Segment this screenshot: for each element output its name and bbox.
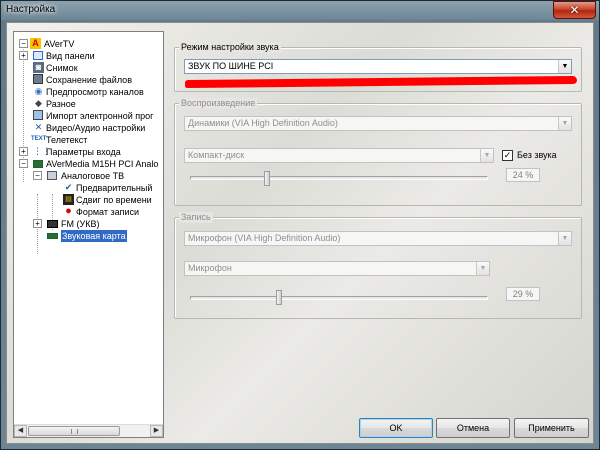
expand-toggle[interactable]: + xyxy=(19,51,28,60)
tree-item-label: Предварительный xyxy=(76,183,153,193)
tree-item-label: Звуковая карта xyxy=(61,230,127,242)
window-title: Настройка xyxy=(6,4,56,15)
teletext-icon: TEXT xyxy=(31,136,47,142)
cancel-button[interactable]: Отмена xyxy=(436,418,510,438)
tree-item-label: Параметры входа xyxy=(46,147,121,157)
collapse-toggle[interactable]: − xyxy=(33,171,42,180)
chevron-down-icon[interactable]: ▼ xyxy=(558,60,571,73)
scroll-left-icon[interactable]: ◀ xyxy=(14,425,27,437)
record-level-track xyxy=(190,296,488,300)
record-red-icon: ● xyxy=(65,205,72,217)
tree-item-label: Вид панели xyxy=(46,51,95,61)
settings-tree[interactable]: − A AVerTV + Вид панели ◙ Снимок Сохране… xyxy=(13,31,164,438)
eye-preview-icon: ◉ xyxy=(34,86,43,96)
save-files-icon xyxy=(33,74,43,84)
record-level-value: 29 % xyxy=(506,287,540,301)
tools-icon: ✕ xyxy=(34,122,43,132)
tree-item-label: Сохранение файлов xyxy=(46,75,132,85)
tree-item-label: Телетекст xyxy=(46,135,88,145)
tree-item-label: Сдвиг по времени xyxy=(76,195,152,205)
record-source-select[interactable]: Микрофон ▼ xyxy=(184,261,490,276)
tree-item-label: Разное xyxy=(46,99,76,109)
tree-item-label: FM (УКВ) xyxy=(61,219,100,229)
playback-volume-value: 24 % xyxy=(506,168,540,182)
preview-check-icon: ✔ xyxy=(64,182,73,192)
scrollbar-thumb[interactable] xyxy=(28,426,120,436)
tv-monitor-icon xyxy=(47,171,57,180)
mute-label: Без звука xyxy=(517,150,557,160)
record-level-slider[interactable] xyxy=(276,290,283,305)
playback-device-value: Динамики (VIA High Definition Audio) xyxy=(188,118,338,128)
expand-toggle[interactable]: + xyxy=(19,147,28,156)
audio-mode-group-label: Режим настройки звука xyxy=(179,42,281,53)
record-group-label: Запись xyxy=(179,212,213,223)
tree-item-label: Импорт электронной прог xyxy=(46,111,154,121)
epg-import-icon xyxy=(33,110,43,120)
tree-item-label: Предпросмотр каналов xyxy=(46,87,144,97)
mute-checkbox[interactable]: ✓ xyxy=(502,150,513,161)
record-source-value: Микрофон xyxy=(188,263,232,273)
playback-group-label: Воспроизведение xyxy=(179,98,258,109)
tuner-card-icon xyxy=(33,160,43,168)
grip-icon xyxy=(71,429,78,434)
tree-item-label: AVerTV xyxy=(44,39,75,49)
tree-item-label: AVerMedia M15H PCI Analo xyxy=(46,159,159,169)
record-device-value: Микрофон (VIA High Definition Audio) xyxy=(188,233,341,243)
chevron-down-icon[interactable]: ▼ xyxy=(558,232,571,245)
tree-item-label: Формат записи xyxy=(76,207,140,217)
misc-tag-icon: ◆ xyxy=(35,98,42,108)
playback-source-select[interactable]: Компакт-диск ▼ xyxy=(184,148,494,163)
audio-mode-value: ЗВУК ПО ШИНЕ PCI xyxy=(188,61,274,71)
audio-mode-select[interactable]: ЗВУК ПО ШИНЕ PCI ▼ xyxy=(184,59,572,74)
avertv-logo-icon: A xyxy=(30,38,41,49)
apply-button[interactable]: Применить xyxy=(514,418,589,438)
chevron-down-icon[interactable]: ▼ xyxy=(558,117,571,130)
collapse-toggle[interactable]: − xyxy=(19,39,28,48)
timeshift-film-icon: ▤ xyxy=(63,194,74,205)
close-icon: ✕ xyxy=(569,3,580,17)
panel-view-icon xyxy=(33,51,43,60)
ok-button[interactable]: OK xyxy=(359,418,433,438)
playback-device-select[interactable]: Динамики (VIA High Definition Audio) ▼ xyxy=(184,116,572,131)
record-device-select[interactable]: Микрофон (VIA High Definition Audio) ▼ xyxy=(184,231,572,246)
snapshot-icon: ◙ xyxy=(33,62,44,73)
chevron-down-icon[interactable]: ▼ xyxy=(480,149,493,162)
tree-item-label: Снимок xyxy=(46,63,78,73)
tree-item-label: Видео/Аудио настройки xyxy=(46,123,146,133)
close-button[interactable]: ✕ xyxy=(553,1,596,19)
radio-icon xyxy=(47,220,58,228)
expand-toggle[interactable]: + xyxy=(33,219,42,228)
playback-source-value: Компакт-диск xyxy=(188,150,245,160)
scroll-right-icon[interactable]: ▶ xyxy=(150,425,163,437)
sound-card-icon xyxy=(47,233,58,239)
chevron-down-icon[interactable]: ▼ xyxy=(476,262,489,275)
input-params-icon: ⋮⋮ xyxy=(33,146,51,156)
playback-volume-track xyxy=(190,176,488,180)
tree-item-label: Аналоговое ТВ xyxy=(61,171,125,181)
collapse-toggle[interactable]: − xyxy=(19,159,28,168)
playback-volume-slider[interactable] xyxy=(263,171,270,186)
tree-horizontal-scrollbar[interactable]: ◀ ▶ xyxy=(14,424,163,437)
